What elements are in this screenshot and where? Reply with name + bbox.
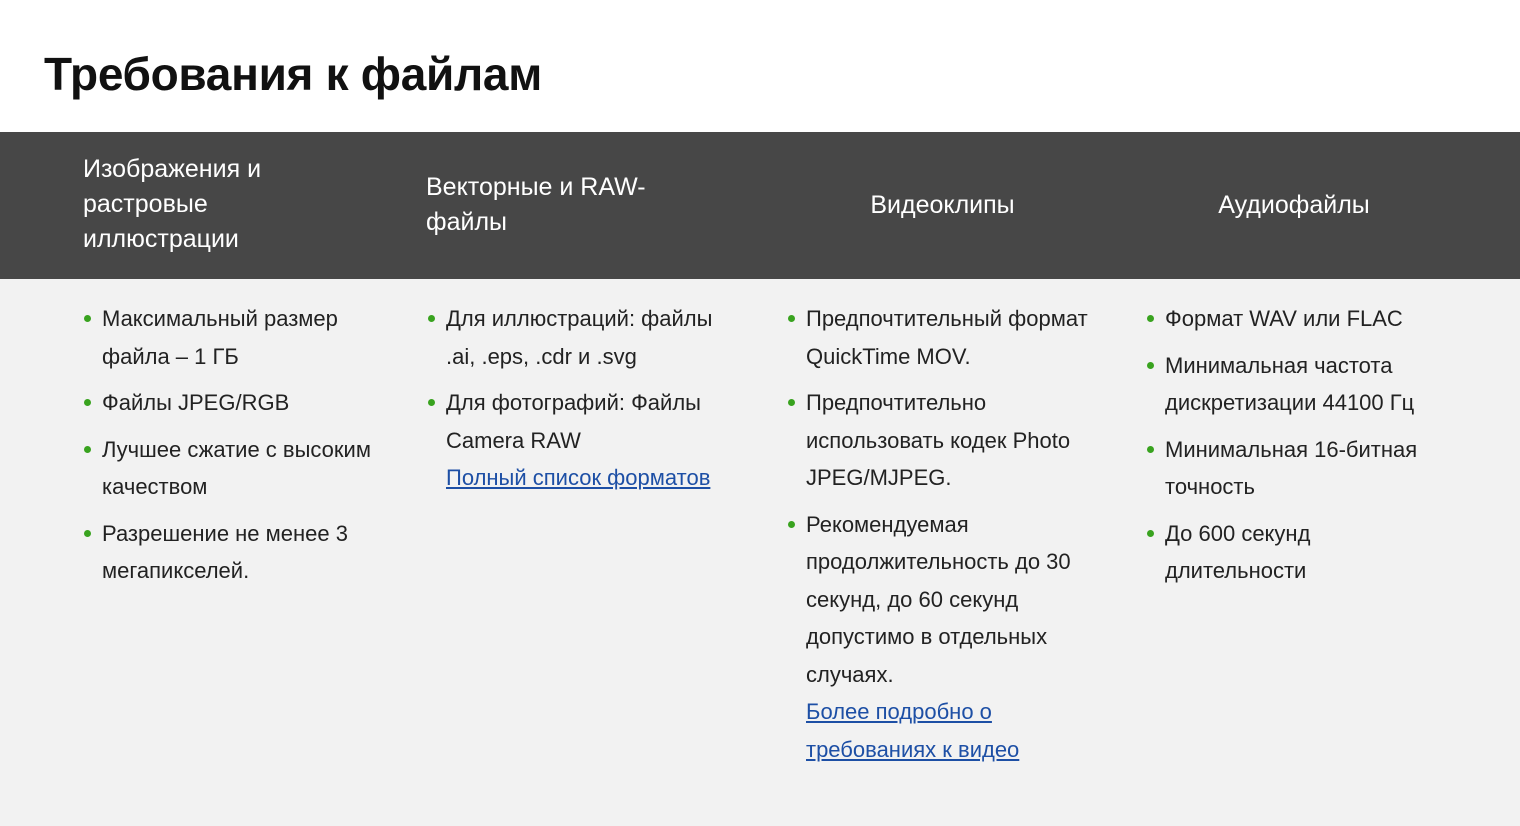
list-item-text: Формат WAV или FLAC [1165,306,1403,331]
full-formats-list-link[interactable]: Полный список форматов [446,465,710,490]
bullet-icon [84,445,91,453]
list-item: Минимальная 16-битная точность [1145,431,1455,506]
column-images: Максимальный размер файла – 1 ГБ Файлы J… [82,300,382,599]
table-header-row: Изображения и растровые иллюстрации Вект… [0,132,1520,279]
list-item: Для фотографий: Файлы Camera RAW [426,384,746,459]
table-body-row: Максимальный размер файла – 1 ГБ Файлы J… [0,279,1520,826]
list-item-text: Рекомендуемая продолжительность до 30 се… [806,511,1071,687]
bullet-icon [788,315,795,322]
header-audio: Аудиофайлы [1218,191,1370,219]
list-item: Предпочтительный формат QuickTime MOV. [786,300,1106,375]
file-requirements-page: Требования к файлам Изображения и растро… [0,0,1520,826]
vector-requirements-list: Для иллюстраций: файлы .ai, .eps, .cdr и… [426,300,746,459]
bullet-icon [84,315,91,322]
list-item: Максимальный размер файла – 1 ГБ [82,300,382,375]
column-vector-raw: Для иллюстраций: файлы .ai, .eps, .cdr и… [426,300,746,497]
images-requirements-list: Максимальный размер файла – 1 ГБ Файлы J… [82,300,382,590]
list-item: Для иллюстраций: файлы .ai, .eps, .cdr и… [426,300,746,375]
list-item-text: Разрешение не менее 3 мегапикселей. [102,520,348,584]
bullet-icon [428,399,435,406]
requirements-table: Изображения и растровые иллюстрации Вект… [0,132,1520,826]
bullet-icon [1147,445,1154,453]
bullet-icon [84,399,91,406]
video-link-wrapper: Более подробно о требованиях к видео [786,693,1106,768]
list-item-text: Минимальная частота дискретизации 44100 … [1165,352,1415,416]
list-item-text: Для фотографий: Файлы Camera RAW [446,390,701,453]
bullet-icon [788,520,795,528]
list-item: Рекомендуемая продолжительность до 30 се… [786,506,1106,694]
list-item-text: Предпочтительно использовать кодек Photo… [806,390,1071,490]
bullet-icon [1147,315,1154,322]
header-images: Изображения и растровые иллюстрации [83,155,262,253]
list-item-text: Для иллюстраций: файлы .ai, .eps, .cdr и… [446,306,713,369]
list-item: Минимальная частота дискретизации 44100 … [1145,347,1455,422]
bullet-icon [1147,361,1154,369]
list-item: Файлы JPEG/RGB [82,384,382,422]
list-item-text: Файлы JPEG/RGB [102,390,290,415]
list-item-text: Минимальная 16-битная точность [1165,436,1418,500]
list-item-text: До 600 секунд длительности [1165,520,1311,584]
video-requirements-link[interactable]: Более подробно о требованиях к видео [806,699,1019,762]
video-requirements-list: Предпочтительный формат QuickTime MOV. П… [786,300,1106,693]
list-item: Разрешение не менее 3 мегапикселей. [82,515,382,590]
bullet-icon [1147,529,1154,537]
audio-requirements-list: Формат WAV или FLAC Минимальная частота … [1145,300,1455,590]
bullet-icon [428,315,435,322]
column-video: Предпочтительный формат QuickTime MOV. П… [786,300,1106,768]
list-item-text: Максимальный размер файла – 1 ГБ [102,306,338,369]
formats-link-wrapper: Полный список форматов [426,459,746,497]
list-item: Лучшее сжатие с высоким качеством [82,431,382,506]
list-item-text: Предпочтительный формат QuickTime MOV. [806,306,1088,369]
header-vector-raw: Векторные и RAW-файлы [426,173,646,236]
list-item-text: Лучшее сжатие с высоким качеством [102,436,371,500]
bullet-icon [788,399,795,406]
page-title: Требования к файлам [44,48,542,100]
list-item: До 600 секунд длительности [1145,515,1455,590]
header-video: Видеоклипы [870,191,1015,219]
column-audio: Формат WAV или FLAC Минимальная частота … [1145,300,1455,599]
list-item: Формат WAV или FLAC [1145,300,1455,338]
bullet-icon [84,529,91,537]
list-item: Предпочтительно использовать кодек Photo… [786,384,1106,497]
